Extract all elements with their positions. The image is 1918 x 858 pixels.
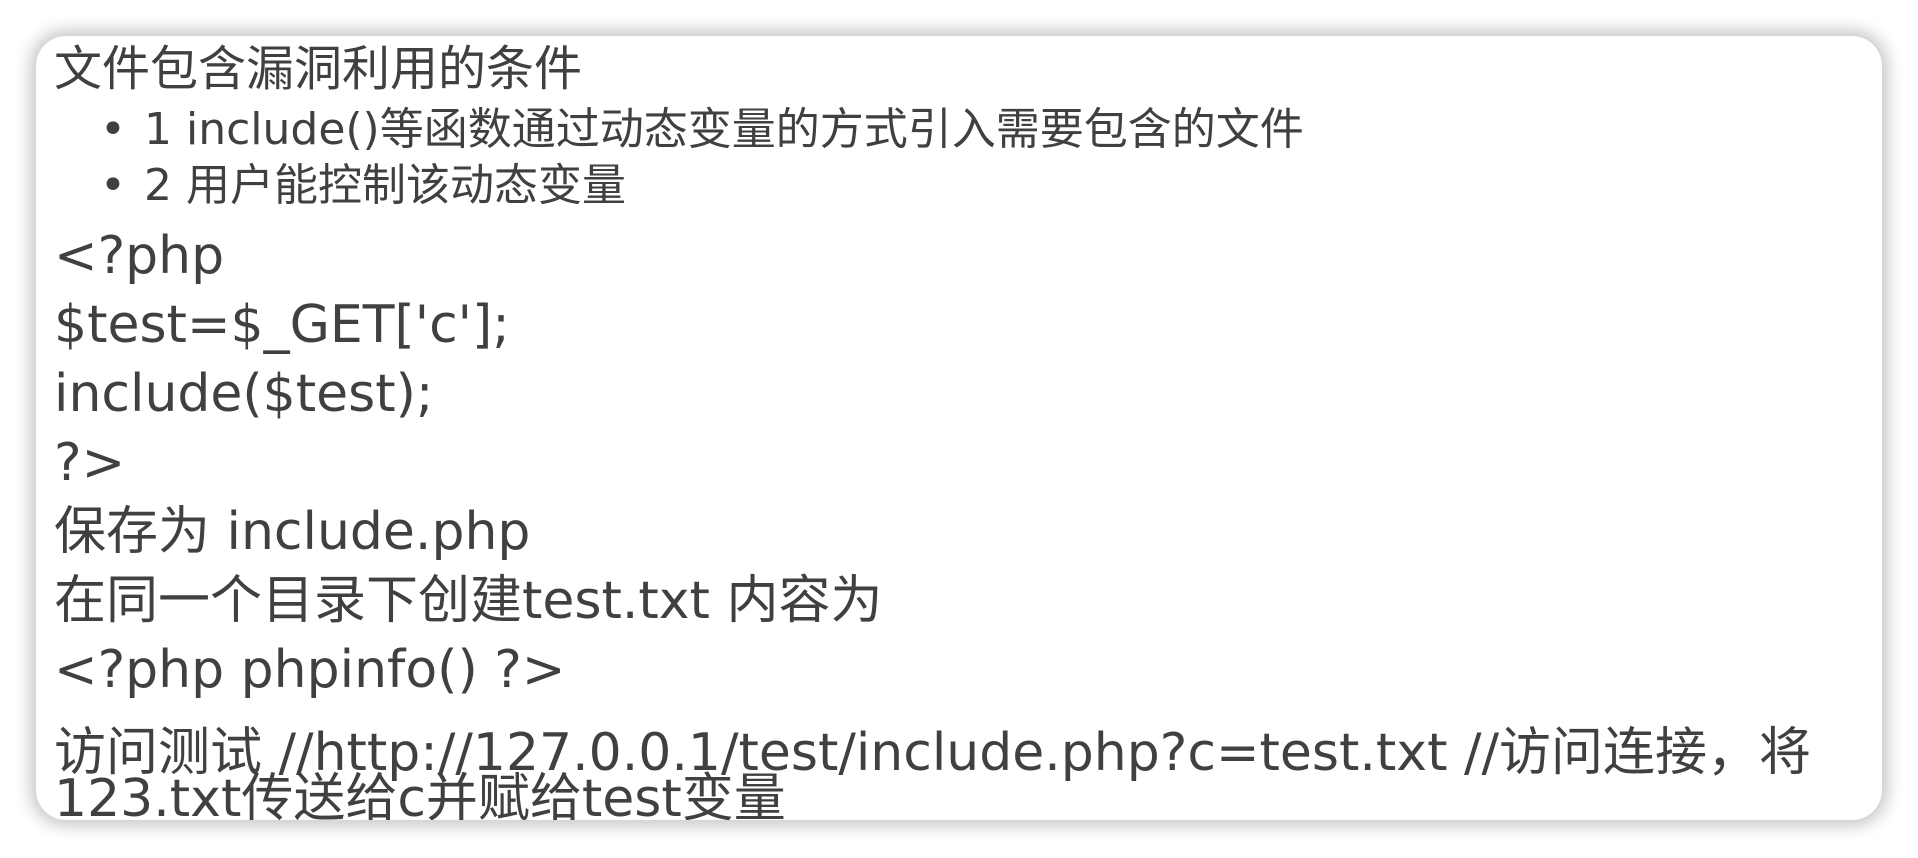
condition-text-2: 2 用户能控制该动态变量 [144, 160, 626, 211]
slide-content: 文件包含漏洞利用的条件 • 1 include()等函数通过动态变量的方式引入需… [54, 36, 1874, 820]
slide-canvas: 文件包含漏洞利用的条件 • 1 include()等函数通过动态变量的方式引入需… [0, 0, 1918, 858]
phpinfo-line: <?php phpinfo() ?> [54, 640, 566, 700]
slide-card: 文件包含漏洞利用的条件 • 1 include()等函数通过动态变量的方式引入需… [36, 36, 1882, 820]
bullet-marker: • [100, 160, 126, 211]
code-line-php-open: <?php [54, 226, 225, 286]
slide-heading: 文件包含漏洞利用的条件 [54, 41, 583, 97]
code-line-assign: $test=$_GET['c']; [54, 295, 510, 355]
code-line-include: include($test); [54, 364, 434, 424]
condition-item-2: • 2 用户能控制该动态变量 [54, 158, 1874, 214]
condition-list: • 1 include()等函数通过动态变量的方式引入需要包含的文件 • 2 用… [54, 102, 1874, 214]
condition-text-1: 1 include()等函数通过动态变量的方式引入需要包含的文件 [144, 104, 1304, 155]
create-file-line: 在同一个目录下创建test.txt 内容为 [54, 571, 883, 631]
code-line-php-close: ?> [54, 433, 126, 493]
save-as-line: 保存为 include.php [54, 502, 531, 562]
condition-item-1: • 1 include()等函数通过动态变量的方式引入需要包含的文件 [54, 102, 1874, 158]
bullet-marker: • [100, 104, 126, 155]
